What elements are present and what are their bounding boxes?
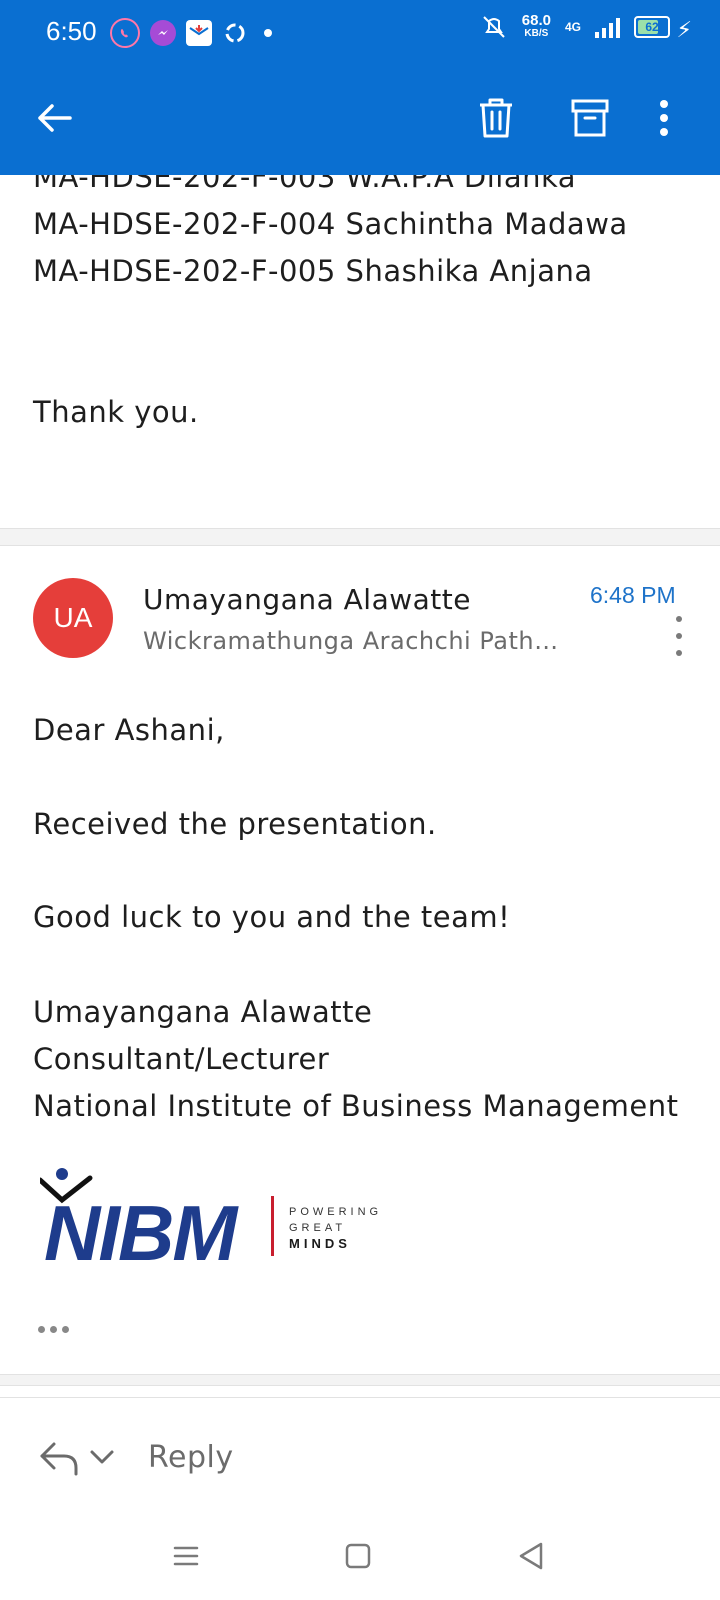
tagline-word: MINDS	[289, 1236, 351, 1251]
avatar-initials: UA	[53, 602, 93, 633]
notification-icons	[110, 18, 272, 48]
reply-icon[interactable]	[38, 1438, 82, 1478]
menu-icon[interactable]	[172, 1542, 200, 1570]
speed-unit: KB/S	[524, 28, 549, 39]
message-divider	[0, 528, 720, 546]
recipients[interactable]: Wickramathunga Arachchi Pathira...	[143, 627, 563, 655]
sender-name: Umayangana Alawatte	[143, 583, 471, 616]
sync-icon	[222, 20, 248, 46]
network-type: 4G	[564, 20, 581, 34]
archive-icon	[571, 99, 609, 137]
message-more-icon[interactable]	[664, 616, 694, 656]
more-notifications-dot	[264, 29, 272, 37]
reply-divider	[0, 1374, 720, 1386]
network-speed: 68.0 KB/S	[521, 12, 551, 40]
archive-button[interactable]	[562, 90, 618, 146]
back-nav-icon[interactable]	[516, 1540, 546, 1572]
system-nav-bar	[0, 1530, 720, 1600]
logo-tagline: POWERING GREAT MINDS	[289, 1204, 382, 1252]
show-quoted-text-button[interactable]	[38, 1326, 69, 1333]
back-arrow-icon	[38, 104, 72, 132]
status-bar: 6:50 68.0 KB/S 4G 62 ⚡	[0, 0, 720, 64]
toolbar	[0, 90, 720, 154]
logo-wordmark: NIBM	[44, 1189, 237, 1277]
status-time: 6:50	[46, 16, 97, 46]
mute-icon	[483, 16, 505, 38]
chevron-down-icon[interactable]	[88, 1448, 116, 1468]
avatar[interactable]: UA	[33, 578, 113, 658]
top-app-bar: 6:50 68.0 KB/S 4G 62 ⚡	[0, 0, 720, 175]
trash-icon	[480, 98, 512, 138]
reply-label[interactable]: Reply	[148, 1440, 234, 1475]
nibm-logo: NIBM POWERING GREAT MINDS	[40, 1166, 400, 1277]
body-line: Received the presentation.	[33, 807, 437, 841]
signature-name: Umayangana Alawatte	[33, 995, 373, 1029]
more-vertical-icon	[660, 100, 668, 136]
body-line: Good luck to you and the team!	[33, 900, 511, 934]
delete-button[interactable]	[468, 90, 524, 146]
tagline-word: GREAT	[289, 1222, 347, 1234]
speed-value: 68.0	[521, 12, 551, 29]
battery-level: 62	[645, 20, 659, 34]
tagline-word: POWERING	[289, 1206, 383, 1218]
whatsapp-icon	[110, 18, 140, 48]
signature-title: Consultant/Lecturer	[33, 1042, 330, 1076]
previous-message-line: MA-HDSE-202-F-004 Sachintha Madawa	[33, 207, 628, 241]
signal-icon	[595, 16, 620, 38]
signature-org: National Institute of Business Managemen…	[33, 1089, 679, 1123]
more-options-button[interactable]	[636, 90, 692, 146]
greeting: Dear Ashani,	[33, 713, 225, 747]
messenger-icon	[150, 20, 176, 46]
previous-message-closing: Thank you.	[33, 395, 199, 429]
battery-icon: 62	[634, 16, 670, 38]
previous-message-line: MA-HDSE-202-F-005 Shashika Anjana	[33, 254, 593, 288]
message-time: 6:48 PM	[590, 582, 676, 608]
mail-icon	[186, 20, 212, 46]
back-button[interactable]	[26, 90, 82, 146]
home-icon[interactable]	[344, 1542, 372, 1570]
logo-separator	[271, 1196, 274, 1256]
reply-bar[interactable]: Reply	[0, 1397, 720, 1518]
charging-icon: ⚡	[676, 18, 692, 43]
status-right: 68.0 KB/S 4G 62	[480, 12, 670, 40]
